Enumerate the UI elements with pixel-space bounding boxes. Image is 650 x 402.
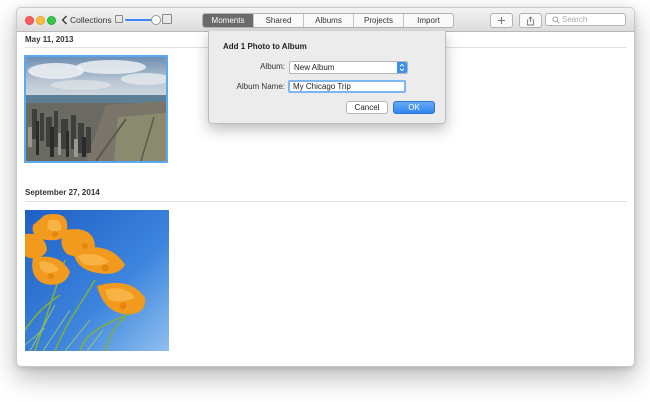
zoom-slider-thumb[interactable] [151, 15, 161, 25]
chicago-skyline-photo[interactable] [24, 55, 168, 163]
moment-date-1: May 11, 2013 [25, 35, 74, 44]
close-window-button[interactable] [25, 16, 34, 25]
photos-window: Collections Moments Shared Albums Projec… [16, 7, 635, 367]
cancel-button[interactable]: Cancel [346, 101, 388, 114]
chevron-left-icon [61, 15, 67, 25]
back-button-label: Collections [70, 15, 112, 25]
ok-button[interactable]: OK [393, 101, 435, 114]
toolbar: Collections Moments Shared Albums Projec… [17, 8, 634, 32]
view-tabs: Moments Shared Albums Projects Import [202, 13, 454, 28]
add-button[interactable] [490, 13, 513, 28]
search-placeholder: Search [562, 15, 588, 24]
tab-projects[interactable]: Projects [354, 14, 404, 27]
plus-icon [498, 17, 505, 24]
album-label: Album: [260, 62, 285, 71]
zoom-out-icon [115, 15, 123, 23]
tab-shared[interactable]: Shared [254, 14, 304, 27]
search-icon [552, 16, 560, 24]
album-name-input[interactable] [288, 80, 406, 93]
tab-import[interactable]: Import [404, 14, 453, 27]
section-divider [25, 201, 627, 202]
moment-date-2: September 27, 2014 [25, 188, 100, 197]
tab-albums[interactable]: Albums [304, 14, 354, 27]
minimize-window-button[interactable] [36, 16, 45, 25]
add-to-album-dialog: Add 1 Photo to Album Album: New Album Al… [208, 31, 446, 124]
search-field[interactable]: Search [545, 13, 626, 26]
back-button[interactable]: Collections [61, 13, 112, 27]
zoom-in-icon [162, 14, 172, 24]
dialog-title: Add 1 Photo to Album [223, 42, 307, 51]
album-name-label: Album Name: [236, 82, 285, 91]
share-icon [527, 15, 534, 25]
share-button[interactable] [519, 13, 542, 28]
tab-moments[interactable]: Moments [203, 14, 254, 27]
album-select-value: New Album [294, 63, 335, 72]
album-select[interactable]: New Album [289, 61, 408, 74]
fullscreen-window-button[interactable] [47, 16, 56, 25]
select-arrows-icon [397, 62, 407, 73]
orange-poppies-photo[interactable] [25, 210, 169, 351]
